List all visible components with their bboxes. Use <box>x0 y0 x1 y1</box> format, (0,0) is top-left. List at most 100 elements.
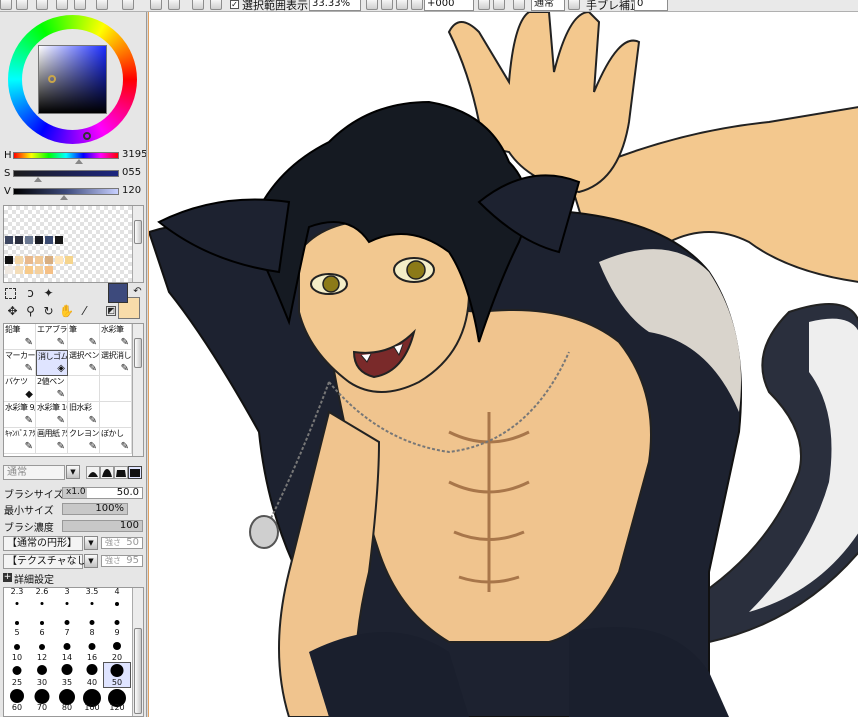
brush-size-preset[interactable]: 14 <box>54 638 80 662</box>
redo-button[interactable] <box>168 0 180 10</box>
color-swatch[interactable] <box>5 236 13 244</box>
brush-density-slider[interactable]: 100 <box>62 520 143 532</box>
color-swatch[interactable] <box>45 266 53 274</box>
blend-mode-dropdown-button[interactable] <box>568 0 580 10</box>
zoom-in-button[interactable] <box>396 0 408 10</box>
brush-size-preset[interactable]: 5 <box>4 613 30 637</box>
eyedropper-icon[interactable]: ⁄ <box>77 304 92 319</box>
brush-size-preset[interactable]: 35 <box>54 663 80 687</box>
color-swatch[interactable] <box>5 266 13 274</box>
tool-cell[interactable]: 2値ペン ✎ <box>36 376 68 402</box>
brush-size-preset[interactable]: 100 <box>79 688 105 712</box>
brush-size-scrollbar-thumb[interactable] <box>134 628 142 714</box>
zoom-field[interactable]: 33.33% <box>309 0 361 11</box>
color-swatch[interactable] <box>45 236 53 244</box>
tool-cell[interactable]: 筆 ✎ <box>68 324 100 350</box>
tool-cell[interactable]: 水彩筆 10版 ✎ <box>36 402 68 428</box>
swatch-scrollbar-thumb[interactable] <box>134 220 142 244</box>
saturation-slider-handle[interactable] <box>34 177 42 182</box>
palette-toggle-button[interactable] <box>96 0 108 10</box>
color-swatch[interactable] <box>15 256 23 264</box>
brush-size-preset[interactable]: 25 <box>4 663 30 687</box>
brush-size-preset[interactable]: 30 <box>29 663 55 687</box>
tool-cell[interactable]: マーカー ✎ <box>4 350 36 376</box>
color-swatch[interactable] <box>55 256 63 264</box>
flip-view-button[interactable] <box>513 0 525 10</box>
stabilizer-select[interactable]: 0 <box>634 0 668 11</box>
blend-mode-brush-select[interactable]: 通常 <box>3 465 65 480</box>
hue-ring-handle[interactable] <box>83 132 91 140</box>
swap-colors-icon[interactable]: ↶ <box>130 284 145 299</box>
rotate-right-button[interactable] <box>493 0 505 10</box>
blend-mode-select[interactable]: 通常 <box>531 0 565 11</box>
texture-dropdown[interactable]: ▼ <box>84 554 98 568</box>
scratchpad-toggle-button[interactable] <box>74 0 86 10</box>
tool-cell[interactable] <box>68 376 100 402</box>
brush-shape-dropdown[interactable]: ▼ <box>84 536 98 550</box>
invert-selection-button[interactable] <box>210 0 222 10</box>
color-swatch[interactable] <box>25 256 33 264</box>
brush-size-preset[interactable]: 6 <box>29 613 55 637</box>
brush-size-preset[interactable]: 60 <box>4 688 30 712</box>
swatch-scrollbar[interactable] <box>132 206 143 282</box>
blend-mode-brush-dropdown[interactable]: ▼ <box>66 465 80 479</box>
rgb-slider-toggle-button[interactable] <box>16 0 28 10</box>
color-swatch[interactable] <box>55 236 63 244</box>
tool-cell[interactable]: 旧水彩 ✎ <box>68 402 100 428</box>
brush-size-preset[interactable]: 2.3 <box>4 587 30 612</box>
brush-size-preset[interactable]: 20 <box>104 638 130 662</box>
color-swatch[interactable] <box>65 256 73 264</box>
deselect-button[interactable] <box>192 0 204 10</box>
color-swatch[interactable] <box>45 256 53 264</box>
hsv-slider-toggle-button[interactable] <box>36 0 48 10</box>
hue-slider-handle[interactable] <box>75 159 83 164</box>
brush-size-preset[interactable]: 50 <box>103 662 131 688</box>
move-icon[interactable]: ✥ <box>5 304 20 319</box>
selection-display-checkbox[interactable]: ✓ <box>230 0 239 9</box>
angle-field[interactable]: +000 <box>424 0 474 11</box>
rect-select-icon[interactable] <box>5 288 16 299</box>
texture-strength[interactable]: 強さ 95 <box>101 555 143 567</box>
tool-cell[interactable]: 水彩筆 ✎ <box>100 324 132 350</box>
brush-edge-soft-button[interactable] <box>114 466 128 479</box>
color-swatch[interactable] <box>15 236 23 244</box>
tool-grid-scrollbar[interactable] <box>132 324 143 456</box>
tool-cell[interactable]: 選択消し ✎ <box>100 350 132 376</box>
zoom-out-button[interactable] <box>366 0 378 10</box>
main-color-chip[interactable] <box>108 283 128 303</box>
magic-wand-icon[interactable]: ✦ <box>41 286 56 301</box>
rotate-icon[interactable]: ↻ <box>41 304 56 319</box>
brush-size-preset[interactable]: 10 <box>4 638 30 662</box>
color-swatch[interactable] <box>5 256 13 264</box>
layout-toggle-button[interactable] <box>122 0 134 10</box>
advanced-settings-toggle-icon[interactable]: + <box>3 573 12 582</box>
brush-size-preset[interactable]: 16 <box>79 638 105 662</box>
tool-cell[interactable] <box>100 376 132 402</box>
color-swatch[interactable] <box>25 266 33 274</box>
zoom-reset-button[interactable] <box>381 0 393 10</box>
saturation-slider[interactable] <box>13 170 119 177</box>
tool-cell[interactable] <box>100 402 132 428</box>
color-wheel-toggle-button[interactable] <box>0 0 12 10</box>
sv-square-handle[interactable] <box>48 75 56 83</box>
tool-cell[interactable]: ぼかし ✎ <box>100 428 132 454</box>
texture-select[interactable]: 【テクスチャなし】 <box>3 554 97 569</box>
brush-size-preset[interactable]: 7 <box>54 613 80 637</box>
transparent-color-icon[interactable]: ◩ <box>106 306 116 316</box>
brush-size-preset[interactable]: 3 <box>54 587 80 612</box>
tool-cell[interactable]: 消しゴム ◈ <box>36 350 68 376</box>
value-slider[interactable] <box>13 188 119 195</box>
color-swatch[interactable] <box>25 236 33 244</box>
tool-grid-scrollbar-thumb[interactable] <box>134 338 142 368</box>
tool-cell[interactable]: 選択ペン ✎ <box>68 350 100 376</box>
brush-size-preset[interactable]: 9 <box>104 613 130 637</box>
hue-slider[interactable] <box>13 152 119 159</box>
brush-shape-strength[interactable]: 強さ 50 <box>101 537 143 549</box>
hue-ring[interactable] <box>8 15 137 144</box>
color-swatch[interactable] <box>15 266 23 274</box>
brush-shape-select[interactable]: 【通常の円形】 <box>3 536 83 551</box>
advanced-settings-label[interactable]: 詳細設定 <box>14 571 54 586</box>
color-swatch[interactable] <box>35 236 43 244</box>
brush-size-preset[interactable]: 12 <box>29 638 55 662</box>
brush-size-preset[interactable]: 3.5 <box>79 587 105 612</box>
